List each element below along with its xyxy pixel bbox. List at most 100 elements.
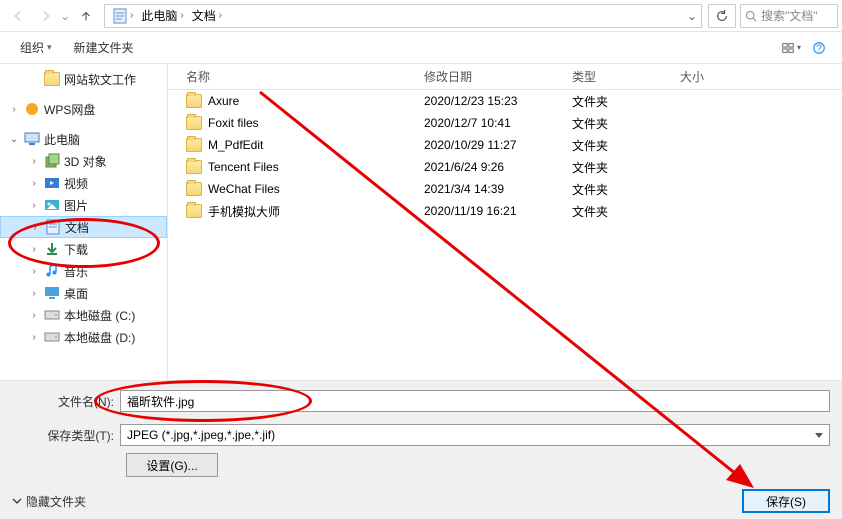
video-icon — [44, 175, 60, 191]
search-input[interactable]: 搜索"文档" — [740, 4, 838, 28]
expand-icon[interactable]: › — [28, 288, 40, 299]
forward-button[interactable] — [32, 4, 60, 28]
tree-item-label: 音乐 — [64, 263, 88, 280]
expand-icon[interactable]: › — [28, 310, 40, 321]
refresh-button[interactable] — [708, 4, 736, 28]
filename-label: 文件名(N): — [0, 393, 120, 410]
document-icon — [113, 8, 127, 24]
tree-item-label: 文档 — [65, 219, 89, 236]
expand-icon[interactable]: › — [28, 156, 40, 167]
file-type: 文件夹 — [572, 93, 680, 110]
expand-icon[interactable]: ⌄ — [8, 134, 20, 145]
file-name: WeChat Files — [208, 182, 280, 196]
file-name: 手机模拟大师 — [208, 203, 280, 220]
tree-item-folder[interactable]: 网站软文工作 — [0, 68, 167, 90]
filename-input[interactable]: 福昕软件.jpg — [120, 390, 830, 412]
file-type: 文件夹 — [572, 115, 680, 132]
search-placeholder: 搜索"文档" — [761, 7, 818, 24]
hide-folders-toggle[interactable]: 隐藏文件夹 — [12, 493, 86, 510]
tree-item-wps[interactable]: ›WPS网盘 — [0, 98, 167, 120]
3d-icon — [44, 153, 60, 169]
view-button[interactable]: ▾ — [780, 37, 802, 59]
tree-item-label: 此电脑 — [44, 131, 80, 148]
music-icon — [44, 263, 60, 279]
folder-icon — [186, 138, 202, 152]
tree-item-video[interactable]: › 视频 — [0, 172, 167, 194]
tree-item-pictures[interactable]: › 图片 — [0, 194, 167, 216]
history-dropdown[interactable]: ⌄ — [60, 9, 74, 23]
doc-icon — [45, 219, 61, 235]
desktop-icon — [44, 285, 60, 301]
file-row[interactable]: Foxit files2020/12/7 10:41文件夹 — [168, 112, 842, 134]
back-button[interactable] — [4, 4, 32, 28]
breadcrumb-dropdown-icon[interactable]: ⌄ — [687, 9, 697, 23]
folder-icon — [186, 160, 202, 174]
file-name: Foxit files — [208, 116, 259, 130]
tree-item-desktop[interactable]: ›桌面 — [0, 282, 167, 304]
new-folder-button[interactable]: 新建文件夹 — [66, 36, 142, 59]
column-type[interactable]: 类型 — [572, 68, 680, 85]
file-date: 2021/3/4 14:39 — [424, 182, 572, 196]
file-date: 2020/10/29 11:27 — [424, 138, 572, 152]
expand-icon[interactable]: › — [8, 104, 20, 115]
tree-item-label: 网站软文工作 — [64, 71, 136, 88]
file-name: Axure — [208, 94, 239, 108]
breadcrumb-root-icon[interactable]: › — [109, 8, 137, 24]
arrow-right-icon — [39, 9, 53, 23]
file-row[interactable]: Axure 2020/12/23 15:23文件夹 — [168, 90, 842, 112]
file-row[interactable]: Tencent Files2021/6/24 9:26文件夹 — [168, 156, 842, 178]
expand-icon[interactable]: › — [28, 266, 40, 277]
tree-item-label: 图片 — [64, 197, 88, 214]
toolbar: 组织 ▾ 新建文件夹 ▾ ? — [0, 32, 842, 64]
file-name: Tencent Files — [208, 160, 279, 174]
save-button[interactable]: 保存(S) — [742, 489, 830, 513]
file-row[interactable]: M_PdfEdit2020/10/29 11:27文件夹 — [168, 134, 842, 156]
filetype-select[interactable]: JPEG (*.jpg,*.jpeg,*.jpe,*.jif) — [120, 424, 830, 446]
file-type: 文件夹 — [572, 159, 680, 176]
download-icon — [44, 241, 60, 257]
breadcrumb-item-documents[interactable]: 文档 › — [188, 7, 226, 24]
file-row[interactable]: WeChat Files 2021/3/4 14:39文件夹 — [168, 178, 842, 200]
breadcrumb[interactable]: › 此电脑 › 文档 › ⌄ — [104, 4, 702, 28]
settings-button[interactable]: 设置(G)... — [126, 453, 218, 477]
help-icon: ? — [812, 41, 826, 55]
expand-icon[interactable]: › — [28, 244, 40, 255]
file-date: 2020/11/19 16:21 — [424, 204, 572, 218]
save-panel: 文件名(N): 福昕软件.jpg 保存类型(T): JPEG (*.jpg,*.… — [0, 380, 842, 519]
tree-item-doc[interactable]: › 文档 — [0, 216, 167, 238]
disk-icon — [44, 307, 60, 323]
column-name[interactable]: 名称 — [168, 68, 424, 85]
tree-item-label: 本地磁盘 (D:) — [64, 329, 135, 346]
tree-item-disk[interactable]: ›本地磁盘 (C:) — [0, 304, 167, 326]
tree-item-label: 视频 — [64, 175, 88, 192]
pc-icon — [24, 131, 40, 147]
pictures-icon — [44, 197, 60, 213]
folder-tree: 网站软文工作›WPS网盘⌄此电脑›3D 对象›视频›图片›文档›下载›音乐›桌面… — [0, 64, 168, 380]
column-size[interactable]: 大小 — [680, 68, 842, 85]
column-date[interactable]: 修改日期 — [424, 68, 572, 85]
folder-icon — [186, 204, 202, 218]
view-icon — [781, 41, 795, 55]
expand-icon[interactable]: › — [28, 178, 40, 189]
tree-item-disk[interactable]: › 本地磁盘 (D:) — [0, 326, 167, 348]
expand-icon[interactable]: › — [29, 222, 41, 233]
folder-icon — [186, 94, 202, 108]
breadcrumb-item-pc[interactable]: 此电脑 › — [137, 7, 187, 24]
organize-button[interactable]: 组织 ▾ — [12, 36, 60, 59]
filetype-label: 保存类型(T): — [0, 427, 120, 444]
tree-item-download[interactable]: ›下载 — [0, 238, 167, 260]
help-button[interactable]: ? — [808, 37, 830, 59]
arrow-up-icon — [79, 9, 93, 23]
up-button[interactable] — [74, 4, 98, 28]
arrow-left-icon — [11, 9, 25, 23]
search-icon — [745, 10, 757, 22]
file-row[interactable]: 手机模拟大师2020/11/19 16:21文件夹 — [168, 200, 842, 222]
file-list: 名称 修改日期 类型 大小 Axure2020/12/23 15:23文件夹Fo… — [168, 64, 842, 380]
expand-icon[interactable]: › — [28, 200, 40, 211]
tree-item-music[interactable]: › 音乐 — [0, 260, 167, 282]
tree-item-pc[interactable]: ⌄ 此电脑 — [0, 128, 167, 150]
file-date: 2020/12/23 15:23 — [424, 94, 572, 108]
file-type: 文件夹 — [572, 181, 680, 198]
tree-item-3d[interactable]: ›3D 对象 — [0, 150, 167, 172]
expand-icon[interactable]: › — [28, 332, 40, 343]
